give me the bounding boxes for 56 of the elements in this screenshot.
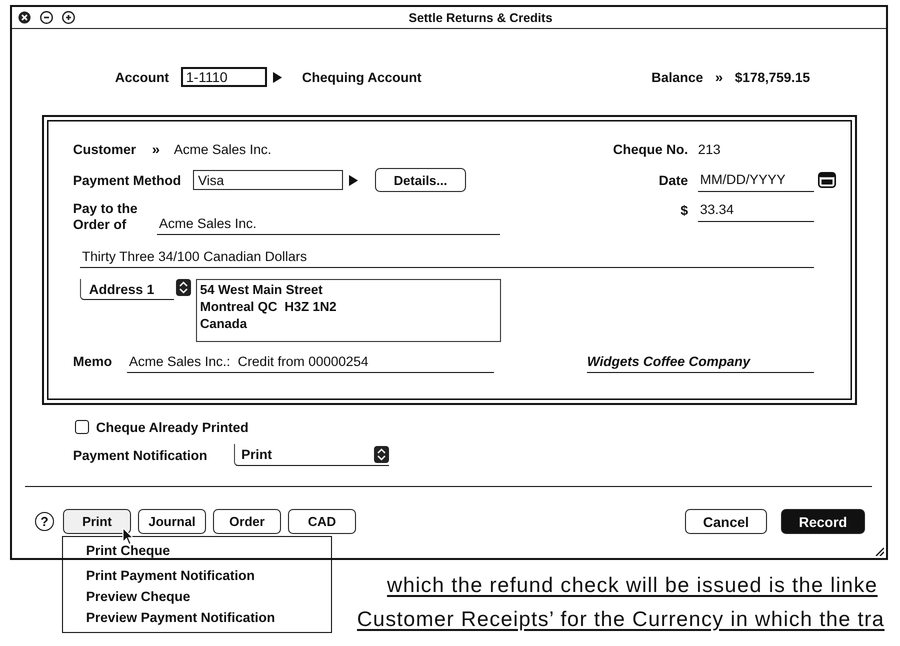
details-button[interactable]: Details... <box>375 168 466 192</box>
address-line: Canada <box>200 315 248 332</box>
menu-item[interactable]: Print Payment Notification <box>63 565 331 586</box>
checkbox[interactable] <box>75 420 89 434</box>
balance-label: Balance <box>651 70 704 84</box>
account-field[interactable]: 1-1110 <box>181 67 267 87</box>
account-name: Chequing Account <box>302 70 422 84</box>
arrow-icon[interactable] <box>349 174 358 186</box>
help-button[interactable]: ? <box>35 512 54 531</box>
account-label: Account <box>115 70 169 84</box>
cheque-number-label: Cheque No. <box>612 142 688 156</box>
address-line: 54 West Main Street <box>200 281 324 298</box>
date-field[interactable]: MM/DD/YYYY <box>698 168 814 192</box>
amount-in-words-field[interactable]: Thirty Three 34/100 Canadian Dollars <box>80 246 814 268</box>
amount-field[interactable]: 33.34 <box>698 198 814 222</box>
default-button[interactable]: Record <box>781 509 865 534</box>
address-box[interactable]: 54 West Main Street Montreal QC H3Z 1N2 Canada <box>196 279 501 342</box>
stepper-icon[interactable] <box>176 279 191 296</box>
menu-item[interactable]: Print Cheque <box>63 540 331 561</box>
checkbox-label: Cheque Already Printed <box>96 420 249 434</box>
window-title: Settle Returns & Credits <box>408 10 552 24</box>
separator-glyph: » <box>715 69 723 85</box>
payment-notification-select[interactable]: Print <box>234 444 390 466</box>
document-text: which the refund check will be issued is the linke <box>387 573 878 599</box>
payment-notification-label: Payment Notification <box>73 448 208 462</box>
minimize-icon[interactable] <box>40 11 53 24</box>
document-text: Customer Receipts’ for the Currency in which the tra <box>357 607 885 633</box>
resize-grip-icon[interactable] <box>874 546 884 556</box>
action-button[interactable]: CAD <box>288 509 356 534</box>
separator-glyph: » <box>152 141 160 157</box>
arrow-icon[interactable] <box>273 72 282 82</box>
cheque-number: 213 <box>698 142 721 156</box>
pay-to-label: Pay to the Order of <box>73 201 139 233</box>
memo-field[interactable]: Acme Sales Inc.: Credit from 00000254 <box>127 350 494 373</box>
stepper-icon[interactable] <box>374 446 390 463</box>
close-icon[interactable] <box>18 11 31 24</box>
address-selector[interactable]: Address 1 <box>80 279 174 300</box>
action-button[interactable]: Order <box>213 509 281 534</box>
payment-method-label: Payment Method <box>73 172 182 188</box>
customer-name: Acme Sales Inc. <box>174 142 272 156</box>
memo-label: Memo <box>73 354 112 369</box>
menu-item[interactable]: Preview Cheque <box>63 586 331 607</box>
zoom-icon[interactable] <box>62 11 75 24</box>
menu-item[interactable]: Preview Payment Notification <box>63 607 331 628</box>
payee-field[interactable]: Acme Sales Inc. <box>157 198 500 235</box>
payment-method-field[interactable]: Visa <box>193 170 344 190</box>
address-line: Montreal QC H3Z 1N2 <box>200 298 338 315</box>
action-button[interactable]: Print <box>63 509 131 534</box>
calendar-icon[interactable] <box>818 172 836 188</box>
date-label: Date <box>658 172 688 188</box>
balance-value: $178,759.15 <box>734 70 810 84</box>
dialog-button[interactable]: Cancel <box>685 509 767 534</box>
amount-label: $ <box>679 202 688 218</box>
customer-label: Customer <box>73 142 136 156</box>
company-name: Widgets Coffee Company <box>587 350 814 373</box>
action-button[interactable]: Journal <box>138 509 206 534</box>
